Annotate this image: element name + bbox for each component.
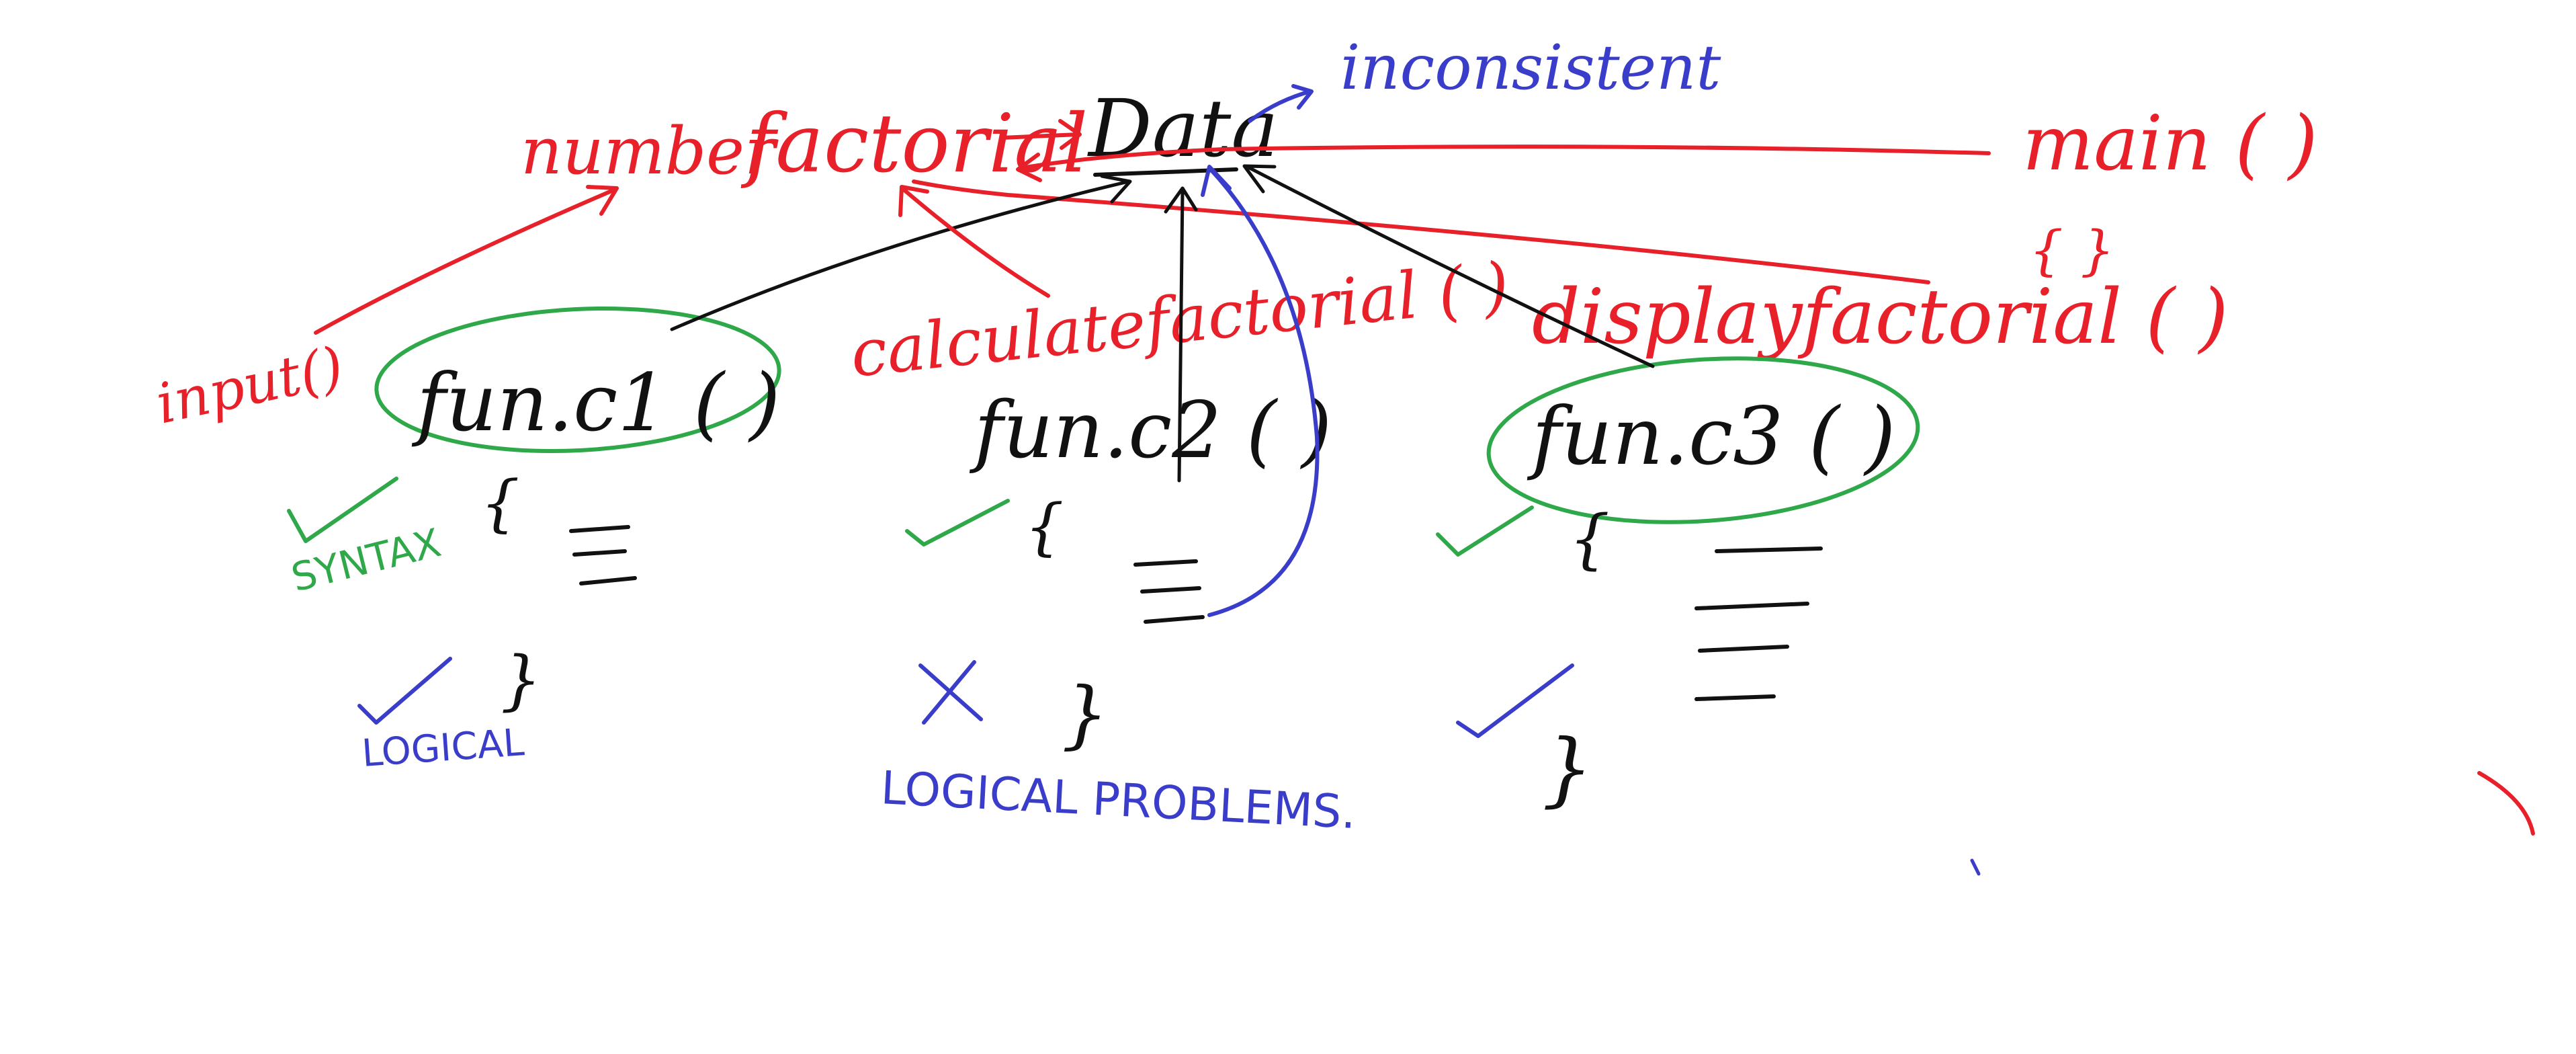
main-label: main ( ) <box>2022 100 2318 188</box>
inconsistent-label: inconsistent <box>1340 32 1721 104</box>
fun2-close-brace: } <box>1062 671 1109 757</box>
fun3-syntax-check-icon <box>1436 505 1534 557</box>
fun2-open-brace: { <box>1025 491 1064 563</box>
whiteboard-canvas: Data inconsistent number factorial main … <box>151 32 2535 876</box>
fun2-logical-cross-icon <box>918 660 983 725</box>
fun2-label: fun.c2 ( ) <box>969 385 1332 476</box>
fun1-open-brace: { <box>480 467 520 539</box>
syntax-label: SYNTAX <box>287 520 445 601</box>
fun1-logical-label: LOGICAL <box>360 721 525 776</box>
stray-red-curve <box>2477 771 2535 836</box>
logical-problems-label: LOGICAL PROBLEMS. <box>879 762 1357 840</box>
fun3-open-brace: { <box>1569 501 1610 577</box>
fun1-close-brace: } <box>501 643 542 718</box>
main-braces: { } <box>2029 219 2114 282</box>
stray-blue-mark <box>1970 858 1981 876</box>
data-label: Data <box>1087 82 1279 175</box>
fun1-label: fun.c1 ( ) <box>411 356 780 449</box>
fun2-code-lines <box>1133 559 1205 624</box>
calculatefactorial-to-factorial-arrow <box>898 185 1050 298</box>
syntax-check-icon <box>287 477 398 543</box>
fun2-syntax-check-icon <box>905 499 1010 546</box>
displayfactorial-label: displayfactorial ( ) <box>1532 274 2229 361</box>
fun3-label: fun.c3 ( ) <box>1527 390 1895 483</box>
input-label: input() <box>151 335 349 436</box>
fun1-logical-check-icon <box>357 657 452 725</box>
fun1-code-lines <box>569 525 637 585</box>
number-label: number <box>521 114 779 189</box>
fun3-close-brace: } <box>1542 723 1593 816</box>
fun3-code-lines <box>1694 546 1823 701</box>
